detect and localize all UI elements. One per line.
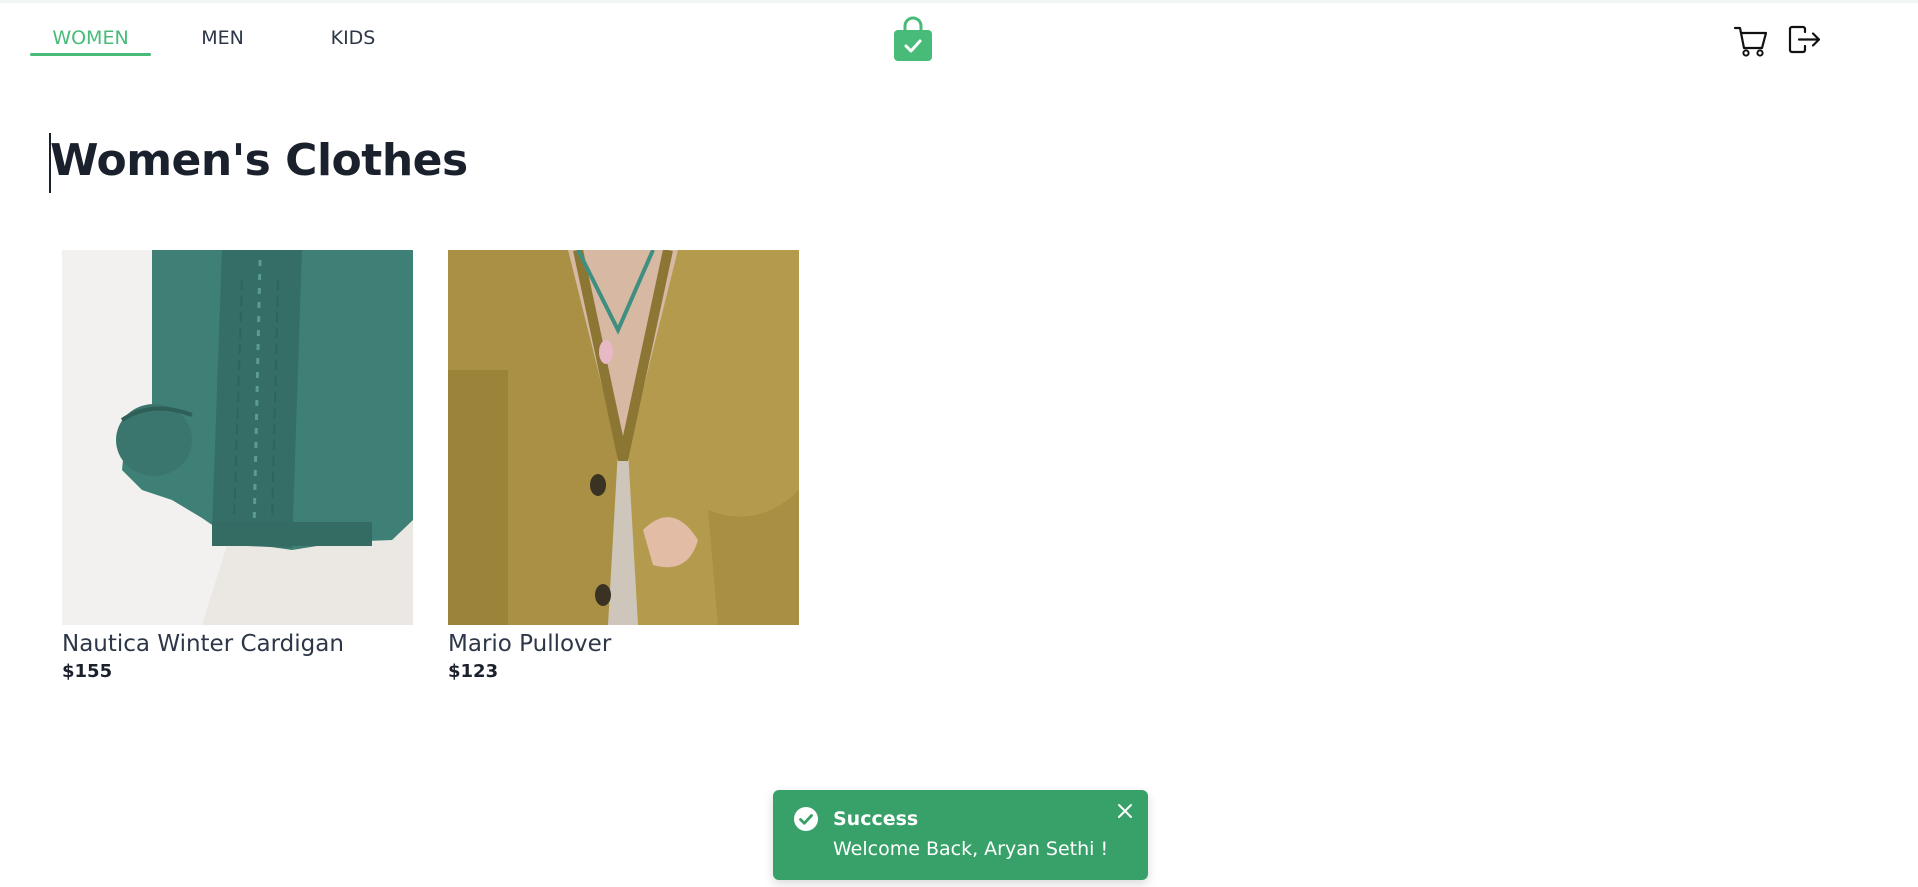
tab-kids[interactable]: KIDS — [322, 27, 384, 49]
toast-title: Success — [833, 808, 919, 830]
top-nav: WOMEN MEN KIDS — [0, 0, 1918, 70]
product-card[interactable]: Nautica Winter Cardigan $155 — [62, 250, 413, 682]
tab-men[interactable]: MEN — [190, 27, 255, 49]
product-name[interactable]: Mario Pullover — [448, 631, 799, 657]
cart-icon[interactable] — [1733, 24, 1769, 58]
logout-icon[interactable] — [1787, 24, 1823, 58]
product-price: $123 — [448, 661, 499, 682]
success-toast: Success Welcome Back, Aryan Sethi ! — [773, 790, 1148, 880]
product-image[interactable] — [448, 248, 799, 625]
product-image[interactable] — [62, 250, 413, 625]
product-name[interactable]: Nautica Winter Cardigan — [62, 631, 413, 657]
product-card[interactable]: Mario Pullover $123 — [448, 248, 799, 682]
page-title: Women's Clothes — [50, 135, 468, 186]
tab-women[interactable]: WOMEN — [30, 27, 151, 49]
product-price: $155 — [62, 661, 113, 682]
toast-message: Welcome Back, Aryan Sethi ! — [833, 838, 1109, 860]
close-icon[interactable] — [1116, 802, 1134, 820]
shopping-bag-check-icon[interactable] — [893, 16, 933, 62]
check-circle-icon — [793, 806, 819, 832]
active-tab-underline — [30, 53, 151, 56]
